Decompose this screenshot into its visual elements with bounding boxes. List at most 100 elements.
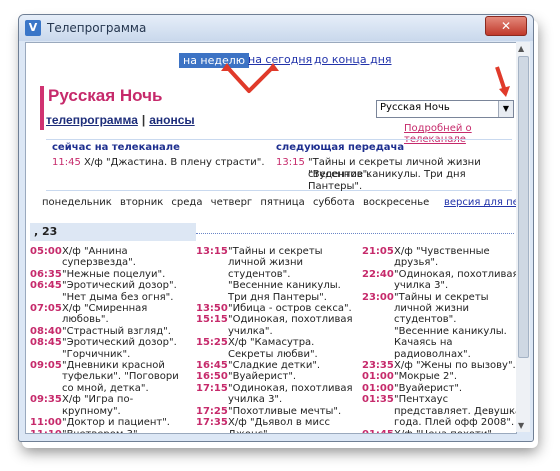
tab-saturday[interactable]: суббота — [313, 197, 355, 208]
entry-time: 17:35 — [196, 417, 228, 429]
schedule-entry[interactable]: 09:05 "Дневники красной туфельки". "Погов… — [30, 360, 190, 394]
entry-title: "Дневники красной туфельки". "Поговори с… — [62, 360, 179, 394]
entry-time: 16:45 — [196, 360, 228, 372]
nav-separator: | — [141, 113, 146, 127]
date-label: , 23 — [30, 223, 196, 241]
schedule-entry[interactable]: "Весенние каникулы. Три дня Пантеры". — [196, 280, 356, 303]
app-window: V Телепрограмма ✕ на неделю на сегодня д… — [18, 14, 534, 442]
tab-wednesday[interactable]: среда — [171, 197, 202, 208]
entry-title: "Пентхаус представляет. Девушка года. Пл… — [394, 394, 517, 429]
channel-select-value: Русская Ночь — [380, 102, 450, 113]
schedule-entry[interactable]: 11:00 "Доктор и пациент". — [30, 417, 190, 428]
schedule-entry[interactable]: 15:25 Х/ф "Камасутра. Секреты любви". — [196, 337, 356, 360]
entry-time: 21:05 — [362, 246, 394, 257]
print-version-link[interactable]: версия для печа — [444, 197, 516, 208]
entry-time: 07:05 — [30, 303, 62, 315]
entry-time: 16:50 — [196, 371, 228, 383]
tab-tuesday[interactable]: вторник — [120, 197, 163, 208]
entry-time: 17:25 — [196, 405, 228, 417]
now-next-box: сейчас на телеканале 11:45 Х/ф "Джастина… — [46, 139, 512, 193]
entry-title: Х/ф "Смиренная любовь". — [62, 303, 148, 326]
tab-monday[interactable]: понедельник — [42, 197, 112, 208]
window-title: Телепрограмма — [47, 21, 147, 35]
schedule-entry[interactable]: 01:45 Х/ф "Цена похоти". — [362, 428, 516, 434]
app-icon: V — [25, 20, 41, 36]
schedule-entry[interactable]: 22:40 "Одинокая, похотливая училка 3". — [362, 268, 517, 292]
next-title: следующая передача — [276, 142, 405, 153]
entry-time: 22:40 — [362, 268, 394, 280]
schedule-entry[interactable]: 17:15 "Одинокая, похотливая училка 3". — [196, 383, 356, 406]
schedule-entry[interactable]: 23:35 Х/ф "Жены по вызову". — [362, 360, 516, 372]
schedule-entry[interactable]: 01:00 "Мокрые 2". — [362, 371, 516, 382]
entry-time: 15:25 — [196, 337, 228, 349]
entry-time: 15:15 — [196, 314, 228, 326]
now-text[interactable]: Х/ф "Джастина. В плену страсти". — [84, 157, 265, 169]
schedule-entry[interactable]: 06:35 "Нежные поцелуи". — [30, 269, 190, 280]
channel-title: Русская Ночь — [48, 86, 163, 105]
schedule-col-1: 05:00 Х/ф "Аннина суперзвезда". 06:35 "Нежн… — [30, 246, 190, 434]
schedule-entry[interactable]: 16:50 "Вуайерист". — [196, 371, 356, 382]
schedule-entry[interactable]: 01:00 "Вуайерист". — [362, 382, 516, 394]
close-icon: ✕ — [500, 19, 512, 33]
schedule-entry[interactable]: 11:10 "Вчетвером 3". — [30, 428, 190, 434]
schedule-entry[interactable]: 13:50 "Ибица - остров секса". — [196, 303, 356, 314]
content-area: на неделю на сегодня до конца дня Русска… — [25, 42, 517, 434]
entry-title: "Эротический дозор". "Горчичник". — [62, 337, 177, 360]
entry-title: "Страстный взгляд". — [62, 325, 171, 337]
schedule-entry[interactable]: 21:05 Х/ф "Чувственные друзья". — [362, 246, 516, 269]
schedule-entry[interactable]: 13:15 "Тайны и секреты личной жизни студе… — [196, 246, 356, 280]
entry-time: 13:15 — [196, 246, 228, 257]
entry-title: "Вчетвером 3". — [62, 428, 141, 434]
schedule-entry[interactable]: 08:40 "Страстный взгляд". — [30, 326, 190, 337]
entry-title: "Ибица - остров секса". — [228, 303, 352, 315]
channel-nav: телепрограмма | анонсы — [46, 113, 195, 127]
schedule-entry[interactable]: 17:35 Х/ф "Дьявол в мисс Джонс". — [196, 417, 356, 434]
entry-time: 01:45 — [362, 428, 394, 434]
entry-time: 05:00 — [30, 246, 62, 257]
schedule-entry[interactable]: 05:00 Х/ф "Аннина суперзвезда". — [30, 246, 190, 269]
link-end-of-day[interactable]: до конца дня — [314, 53, 392, 66]
scroll-up-icon[interactable]: ▲ — [518, 44, 524, 53]
entry-time: 01:35 — [362, 394, 394, 406]
nav-announces-link[interactable]: анонсы — [149, 113, 194, 127]
vertical-scrollbar[interactable]: ▲ ▼ — [516, 42, 530, 432]
schedule-entry[interactable]: 01:35 "Пентхаус представляет. Девушка год… — [362, 394, 517, 429]
entry-time: 08:40 — [30, 325, 62, 337]
close-button[interactable]: ✕ — [485, 16, 527, 36]
entry-title: Х/ф "Цена похоти". — [394, 428, 496, 434]
channel-select[interactable]: Русская Ночь ▼ — [376, 100, 514, 118]
entry-time: 08:45 — [30, 337, 62, 349]
scroll-down-icon[interactable]: ▼ — [518, 421, 524, 430]
entry-title: Х/ф "Чувственные друзья". — [394, 246, 490, 269]
schedule-entry[interactable]: 06:45 "Эротический дозор". "Нет дыма без … — [30, 280, 190, 303]
tab-thursday[interactable]: четверг — [211, 197, 253, 208]
schedule-entry[interactable]: 09:35 Х/ф "Игра по-крупному". — [30, 394, 190, 417]
next-text-2[interactable]: "Весенние каникулы. Три дня Пантеры". — [308, 169, 512, 193]
entry-time: 06:35 — [30, 268, 62, 280]
schedule-entry[interactable]: 15:15 "Одинокая, похотливая училка". — [196, 314, 356, 337]
entry-title: "Тайны и секреты личной жизни студентов"… — [394, 291, 489, 326]
schedule-entry[interactable]: 16:45 "Сладкие детки". — [196, 360, 356, 371]
tab-friday[interactable]: пятница — [260, 197, 304, 208]
entry-title: "Вуайерист". — [228, 371, 297, 383]
entry-title: "Вуайерист". — [394, 382, 463, 394]
entry-title: "Одинокая, похотливая училка 3". — [394, 268, 517, 292]
nav-program-link[interactable]: телепрограмма — [46, 113, 138, 127]
chevron-down-icon[interactable]: ▼ — [498, 101, 513, 117]
entry-time — [196, 280, 228, 303]
scrollbar-thumb[interactable] — [518, 56, 529, 358]
entry-time: 23:35 — [362, 360, 394, 372]
entry-title: Х/ф "Дьявол в мисс Джонс". — [228, 417, 330, 434]
entry-title: Х/ф "Камасутра. Секреты любви". — [228, 337, 318, 360]
schedule-entry[interactable]: "Весенние каникулы. Качаясь на радиоволн… — [362, 326, 516, 360]
schedule-entry[interactable]: 07:05 Х/ф "Смиренная любовь". — [30, 303, 190, 326]
schedule-col-2: 13:15 "Тайны и секреты личной жизни студе… — [196, 246, 356, 434]
schedule-entry[interactable]: 17:25 "Похотливые мечты". — [196, 406, 356, 417]
schedule-entry[interactable]: 08:45 "Эротический дозор". "Горчичник". — [30, 337, 190, 360]
entry-title: "Доктор и пациент". — [62, 417, 170, 429]
title-bar[interactable]: V Телепрограмма ✕ — [19, 15, 533, 41]
entry-title: "Тайны и секреты личной жизни студентов"… — [228, 246, 323, 280]
schedule-entry[interactable]: 23:00 "Тайны и секреты личной жизни студе… — [362, 291, 516, 326]
tab-sunday[interactable]: воскресенье — [363, 197, 429, 208]
entry-title: "Одинокая, похотливая училка". — [228, 314, 353, 337]
